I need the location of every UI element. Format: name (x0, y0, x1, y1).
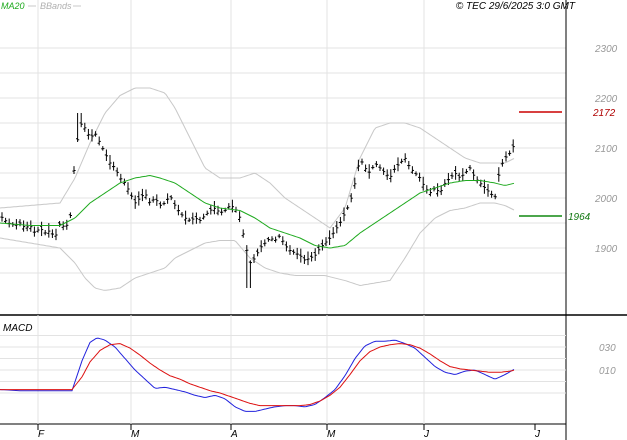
x-tick-label: M (131, 429, 140, 440)
x-tick-label: A (230, 429, 238, 440)
macd-tick-label: 010 (599, 366, 616, 377)
legend-ma20: MA20 (1, 1, 25, 11)
price-tick-label: 1900 (595, 244, 618, 255)
macd-tick-label: 030 (599, 343, 616, 354)
price-tick-label: 2100 (594, 144, 618, 155)
x-tick-label: J (423, 429, 430, 440)
macd-title: MACD (3, 323, 32, 334)
chart-background (0, 0, 627, 440)
x-tick-label: F (38, 429, 45, 440)
price-tick-label: 2200 (594, 94, 618, 105)
copyright-text: © TEC 29/6/2025 3:0 GMT (456, 1, 576, 12)
x-tick-label: M (327, 429, 336, 440)
stock-chart: MA20 BBands © TEC 29/6/2025 3:0 GMT 2172… (0, 0, 627, 440)
price-tick-label: 2300 (594, 44, 618, 55)
resistance-label: 2172 (592, 108, 616, 119)
legend-bbands: BBands (40, 1, 72, 11)
x-tick-label: J (534, 429, 541, 440)
price-tick-label: 2000 (594, 194, 618, 205)
support-label: 1964 (568, 212, 591, 223)
